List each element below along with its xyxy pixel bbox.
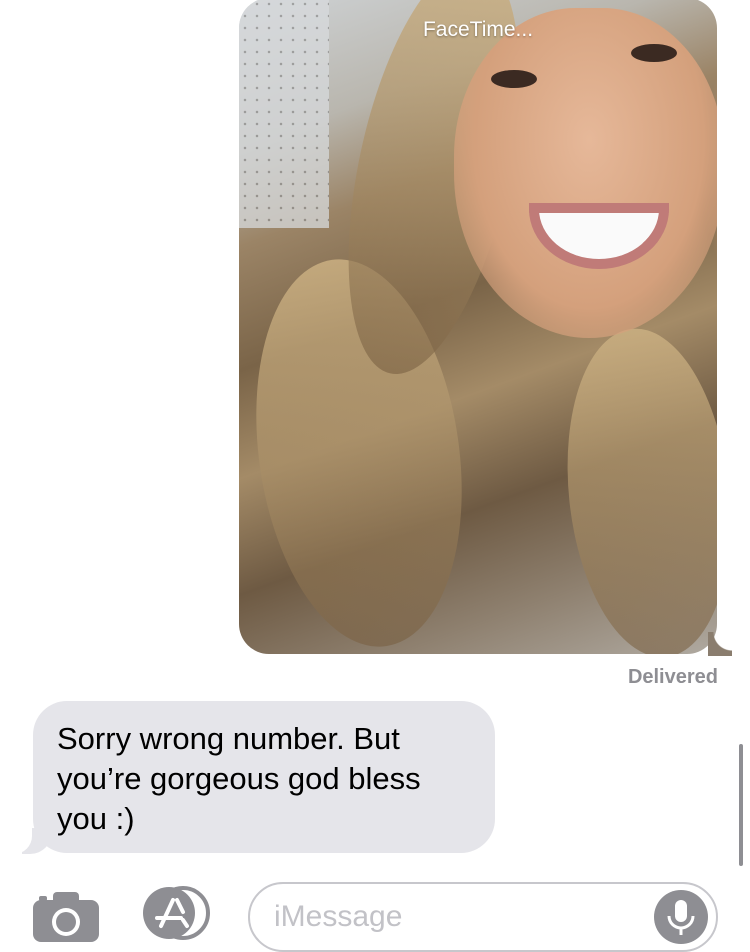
app-store-icon bbox=[143, 886, 210, 940]
facetime-caption: FaceTime... bbox=[422, 18, 534, 41]
face bbox=[454, 8, 717, 338]
message-input[interactable]: iMessage bbox=[248, 882, 718, 952]
message-input-placeholder: iMessage bbox=[274, 900, 403, 933]
dictation-button[interactable] bbox=[654, 890, 708, 944]
camera-icon bbox=[33, 892, 99, 942]
received-message-bubble[interactable]: Sorry wrong number. But you’re gorgeous … bbox=[33, 701, 495, 853]
right-eye bbox=[631, 44, 677, 62]
received-message-text: Sorry wrong number. But you’re gorgeous … bbox=[57, 721, 421, 836]
delivery-status: Delivered bbox=[627, 666, 718, 688]
app-store-button[interactable] bbox=[139, 886, 211, 940]
left-eye bbox=[491, 70, 537, 88]
sent-image-message[interactable]: FaceTime... bbox=[239, 0, 717, 654]
microphone-icon bbox=[667, 900, 695, 935]
scroll-indicator[interactable] bbox=[739, 744, 743, 866]
hair-shape bbox=[552, 320, 717, 654]
camera-button[interactable] bbox=[33, 890, 99, 942]
sent-bubble-tail bbox=[708, 632, 732, 656]
